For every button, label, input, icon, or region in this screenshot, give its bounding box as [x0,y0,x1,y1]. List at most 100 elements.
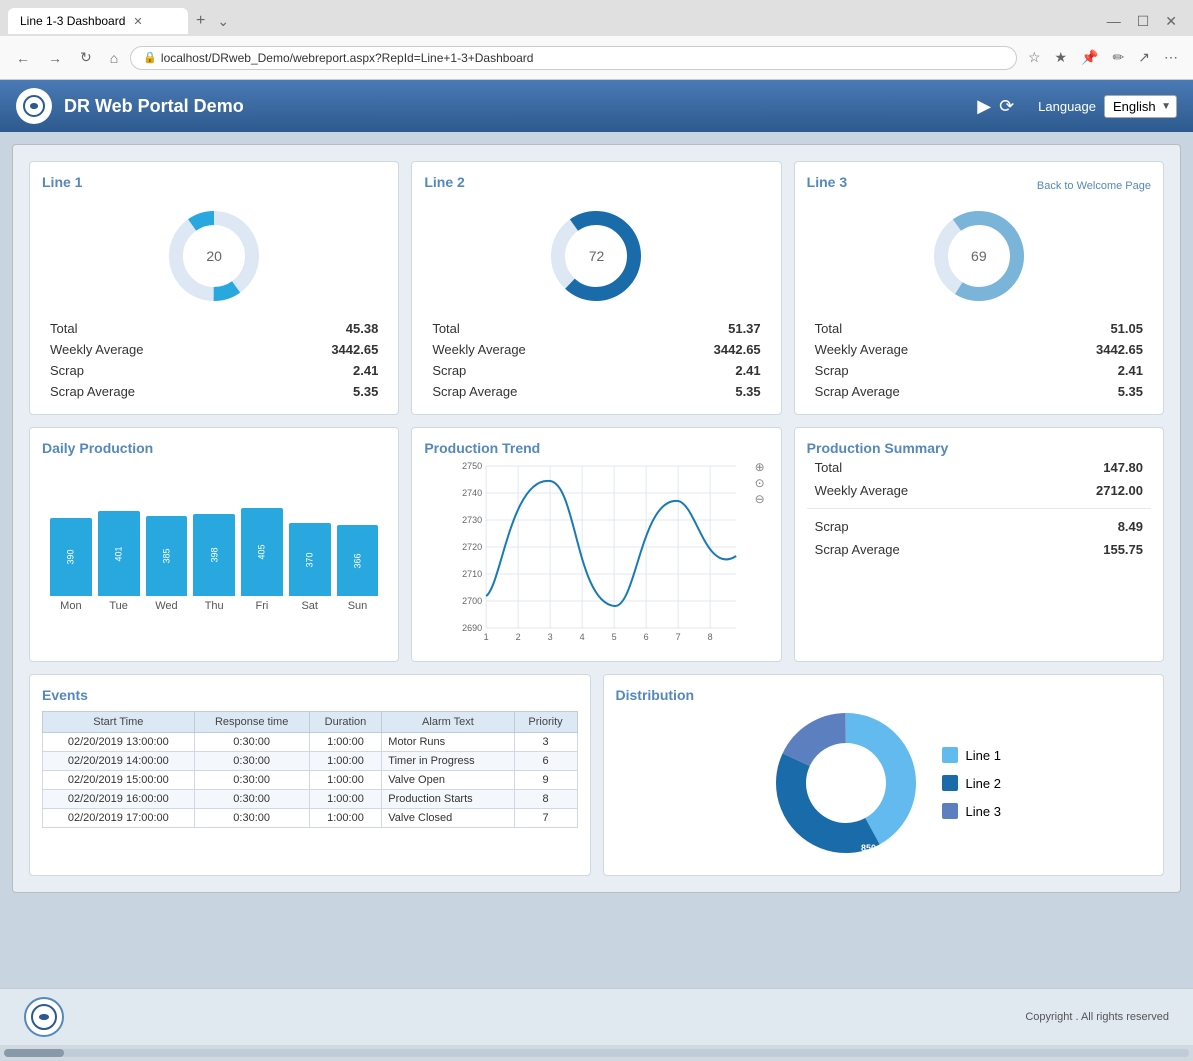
line1-scrap-avg-value: 5.35 [353,384,378,399]
more-icon[interactable]: ⋯ [1159,45,1183,70]
summary-stats: Total 147.80 Weekly Average 2712.00 Scra… [807,456,1151,561]
bar-col-mon: 390Mon [50,518,92,612]
col-priority: Priority [514,712,577,733]
line2-weekly-label: Weekly Average [432,342,525,357]
bar-thu: 398 [193,514,235,596]
line2-scrap-avg-row: Scrap Average 5.35 [424,381,768,402]
bar-value-mon: 390 [66,549,76,564]
new-tab-button[interactable]: + [188,12,213,30]
close-window-icon[interactable]: ✕ [1157,13,1185,30]
svg-text:2710: 2710 [462,569,482,579]
legend-line1: Line 1 [942,747,1001,763]
tab-bar: Line 1-3 Dashboard ✕ + ⌄ — ☐ ✕ [0,0,1193,36]
line2-color-swatch [942,775,958,791]
summary-scrap-row: Scrap 8.49 [807,515,1151,538]
scrollbar[interactable] [0,1045,1193,1061]
cell-start: 02/20/2019 13:00:00 [43,733,195,752]
back-button[interactable]: ← [10,46,36,70]
active-tab[interactable]: Line 1-3 Dashboard ✕ [8,8,188,34]
line1-total-row: Total 45.38 [42,318,386,339]
cell-response: 0:30:00 [194,771,309,790]
svg-text:5: 5 [612,632,617,642]
bookmark-icon[interactable]: ☆ [1023,45,1046,70]
line3-scrap-value: 2.41 [1118,363,1143,378]
language-dropdown[interactable]: English [1104,95,1177,118]
line1-total-label: Total [50,321,77,336]
bar-col-fri: 405Fri [241,508,283,612]
top-row: Line 1 20 Total 45.38 [29,161,1164,415]
zoom-in-button[interactable]: ⊕ [755,460,765,474]
tab-menu-icon[interactable]: ⌄ [213,13,233,30]
scrollbar-track[interactable] [4,1049,1189,1057]
bar-col-sat: 370Sat [289,523,331,612]
legend-line2-label: Line 2 [966,776,1001,791]
production-trend-card: Production Trend [411,427,781,662]
line1-title: Line 1 [42,174,82,190]
back-to-welcome-link[interactable]: Back to Welcome Page [1037,180,1151,192]
line1-stats: Total 45.38 Weekly Average 3442.65 Scrap… [42,318,386,402]
main-content: Line 1 20 Total 45.38 [0,132,1193,988]
distribution-legend: Line 1 Line 2 Line 3 [942,747,1001,819]
zoom-reset-button[interactable]: ⊙ [755,476,765,490]
svg-text:2730: 2730 [462,515,482,525]
zoom-out-button[interactable]: ⊖ [755,492,765,506]
cell-priority: 8 [514,790,577,809]
address-bar: ← → ↻ ⌂ 🔒 localhost/DRweb_Demo/webreport… [0,36,1193,80]
refresh-button[interactable]: ↻ [74,45,98,70]
bar-wed: 385 [146,516,188,596]
summary-scrap-label: Scrap [815,519,849,534]
cell-start: 02/20/2019 14:00:00 [43,752,195,771]
line2-donut-area: 72 [424,206,768,306]
summary-scrap-avg-value: 155.75 [1103,542,1143,557]
cell-duration: 1:00:00 [309,790,382,809]
trend-zoom-controls: ⊕ ⊙ ⊖ [755,460,765,506]
bar-col-wed: 385Wed [146,516,188,612]
line1-weekly-row: Weekly Average 3442.65 [42,339,386,360]
bar-chart: 390Mon401Tue385Wed398Thu405Fri370Sat366S… [42,492,386,612]
line1-weekly-value: 3442.65 [331,342,378,357]
bar-tue: 401 [98,511,140,596]
line3-title: Line 3 [807,174,847,190]
maximize-icon[interactable]: ☐ [1129,13,1158,30]
edit-icon[interactable]: ✏ [1108,45,1130,70]
scrollbar-thumb[interactable] [4,1049,64,1057]
line3-scrap-avg-label: Scrap Average [815,384,900,399]
url-security-icon: 🔒 [143,51,157,64]
bar-value-thu: 398 [209,547,219,562]
line3-total-row: Total 51.05 [807,318,1151,339]
pin-icon[interactable]: 📌 [1076,45,1103,70]
forward-button[interactable]: → [42,46,68,70]
refresh-app-button[interactable]: ⟳ [999,96,1014,117]
home-button[interactable]: ⌂ [104,46,124,70]
line3-total-label: Total [815,321,842,336]
line2-weekly-value: 3442.65 [714,342,761,357]
play-button[interactable]: ▶ [977,96,991,117]
line2-total-value: 51.37 [728,321,761,336]
events-card: Events Start Time Response time Duration… [29,674,591,876]
cell-start: 02/20/2019 17:00:00 [43,809,195,828]
line2-scrap-avg-label: Scrap Average [432,384,517,399]
bar-col-tue: 401Tue [98,511,140,612]
svg-text:1: 1 [484,632,489,642]
cell-response: 0:30:00 [194,790,309,809]
share-icon[interactable]: ↗ [1133,45,1155,70]
star-icon[interactable]: ★ [1050,45,1073,70]
bar-value-sun: 366 [352,553,362,568]
app-header: DR Web Portal Demo ▶ ⟳ Language English … [0,80,1193,132]
language-selector[interactable]: English ▼ [1104,95,1177,118]
cell-priority: 7 [514,809,577,828]
cell-priority: 3 [514,733,577,752]
line1-scrap-value: 2.41 [353,363,378,378]
line1-weekly-label: Weekly Average [50,342,143,357]
url-input[interactable]: 🔒 localhost/DRweb_Demo/webreport.aspx?Re… [130,46,1017,70]
line1-total-value: 45.38 [346,321,379,336]
cell-response: 0:30:00 [194,733,309,752]
cell-duration: 1:00:00 [309,771,382,790]
svg-text:2690: 2690 [462,623,482,633]
line3-donut-value: 69 [971,248,987,264]
cell-duration: 1:00:00 [309,809,382,828]
tab-close-icon[interactable]: ✕ [133,15,142,28]
summary-total-row: Total 147.80 [807,456,1151,479]
col-response-time: Response time [194,712,309,733]
minimize-icon[interactable]: — [1099,13,1129,29]
